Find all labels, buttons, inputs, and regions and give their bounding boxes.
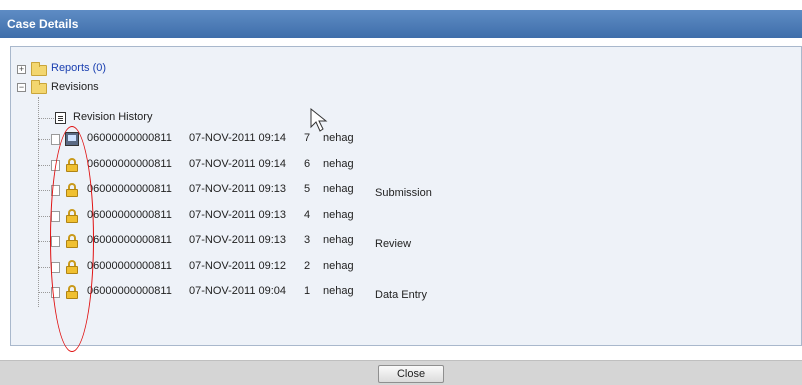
case-number-cell: 06000000000811 [87, 285, 172, 297]
tree-connector [38, 292, 52, 293]
revision-date-cell: 07-NOV-2011 09:12 [189, 260, 287, 272]
revision-date-cell: 07-NOV-2011 09:13 [189, 183, 287, 195]
revision-number-cell: 2 [304, 260, 311, 272]
user-cell: nehag [323, 183, 354, 195]
dialog-footer: Close [0, 360, 802, 385]
table-row[interactable]: 06000000000811 07-NOV-2011 09:04 1 nehag Dat… [11, 282, 791, 304]
user-cell: nehag [323, 260, 354, 272]
revision-date-cell: 07-NOV-2011 09:14 [189, 132, 287, 144]
table-row[interactable]: 06000000000811 07-NOV-2011 09:12 2 nehag [11, 257, 791, 279]
tree-connector [38, 139, 52, 140]
case-details-tree-panel: + Reports (0) − Revisions Revision Histo… [10, 46, 802, 346]
folder-open-icon [31, 80, 47, 94]
user-cell: nehag [323, 209, 354, 221]
case-number-cell: 06000000000811 [87, 132, 172, 144]
case-number-cell: 06000000000811 [87, 183, 172, 195]
dialog-title-bar: Case Details [0, 10, 802, 38]
workflow-state-cell: Submission [375, 187, 432, 199]
table-row[interactable]: 06000000000811 07-NOV-2011 09:13 4 nehag [11, 206, 791, 228]
tree-node-revisions[interactable]: Revisions [51, 81, 99, 93]
close-button[interactable]: Close [378, 365, 444, 383]
annotation-oval [50, 126, 94, 352]
user-cell: nehag [323, 158, 354, 170]
table-row[interactable]: 06000000000811 07-NOV-2011 09:14 7 nehag [11, 129, 791, 151]
workflow-state-cell: Data Entry [375, 289, 427, 301]
revision-number-cell: 4 [304, 209, 311, 221]
workflow-state-cell: Review [375, 238, 412, 250]
table-row[interactable]: 06000000000811 07-NOV-2011 09:14 6 nehag [11, 155, 791, 177]
tree-node-revision-history[interactable]: Revision History [73, 111, 152, 123]
user-cell: nehag [323, 234, 354, 246]
revision-date-cell: 07-NOV-2011 09:13 [189, 209, 287, 221]
tree-connector [38, 190, 52, 191]
dialog-title: Case Details [7, 17, 79, 31]
case-number-cell: 06000000000811 [87, 209, 172, 221]
revision-number-cell: 6 [304, 158, 311, 170]
revision-number-cell: 5 [304, 183, 311, 195]
tree-connector [38, 118, 54, 119]
case-number-cell: 06000000000811 [87, 260, 172, 272]
revision-date-cell: 07-NOV-2011 09:14 [189, 158, 287, 170]
folder-icon [31, 62, 47, 76]
case-number-cell: 06000000000811 [87, 234, 172, 246]
tree-connector [38, 165, 52, 166]
revisions-collapse-toggle[interactable]: − [17, 83, 26, 92]
table-row[interactable]: 06000000000811 07-NOV-2011 09:13 3 nehag Rev… [11, 231, 791, 253]
tree-node-reports[interactable]: Reports (0) [51, 62, 106, 74]
document-icon [51, 134, 60, 145]
cursor-icon [310, 107, 329, 137]
revision-date-cell: 07-NOV-2011 09:04 [189, 285, 287, 297]
revision-history-icon [55, 112, 66, 124]
revision-date-cell: 07-NOV-2011 09:13 [189, 234, 287, 246]
reports-expand-toggle[interactable]: + [17, 65, 26, 74]
table-row[interactable]: 06000000000811 07-NOV-2011 09:13 5 nehag Sub… [11, 180, 791, 202]
user-cell: nehag [323, 285, 354, 297]
revision-number-cell: 3 [304, 234, 311, 246]
case-number-cell: 06000000000811 [87, 158, 172, 170]
revision-number-cell: 1 [304, 285, 311, 297]
